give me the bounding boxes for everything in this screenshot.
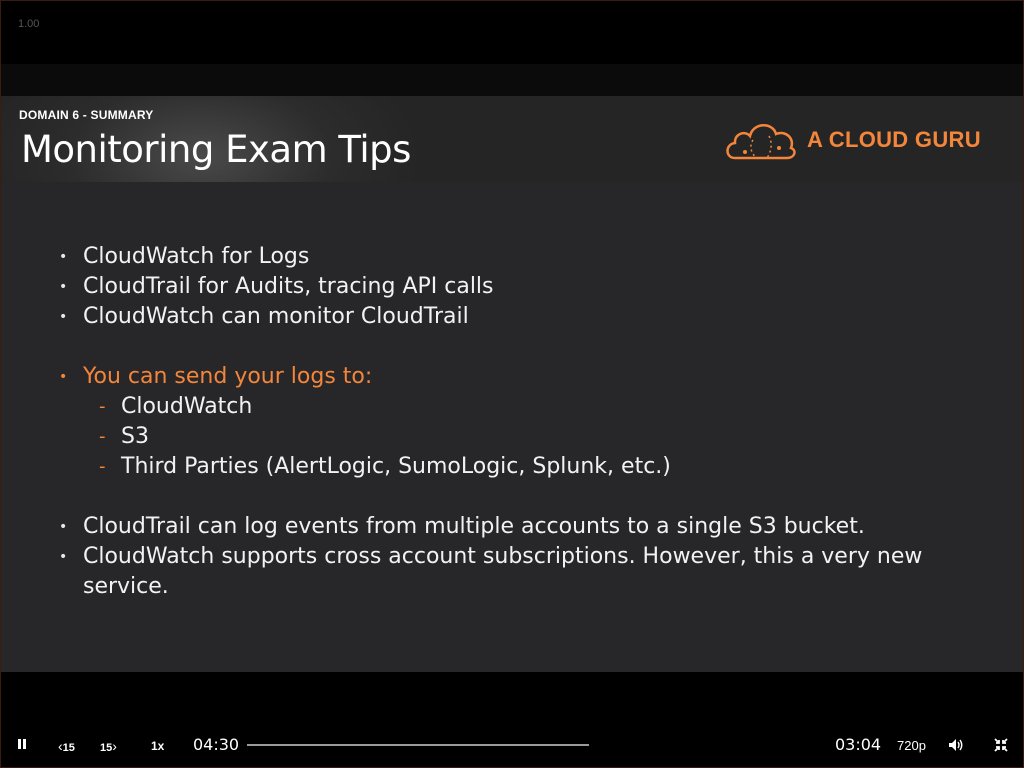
sub-list-item: - Third Parties (AlertLogic, SumoLogic, … (59, 452, 979, 482)
elapsed-time: 04:30 (193, 735, 240, 754)
cloud-logo-icon (726, 124, 796, 160)
skip-forward-button[interactable]: 15› (100, 738, 117, 754)
sub-list-item: - CloudWatch (59, 392, 979, 422)
bullet-dot-icon: • (59, 249, 68, 265)
pause-icon (18, 739, 26, 749)
player-controls: ‹15 15› 1x 04:30 03:04 720p (0, 720, 1024, 768)
volume-icon (949, 739, 963, 751)
bullet-dot-icon: • (59, 519, 68, 535)
dash-icon: - (99, 396, 106, 417)
exit-fullscreen-button[interactable] (994, 738, 1008, 755)
skip-forward-icon: › (112, 738, 117, 754)
video-slide[interactable]: DOMAIN 6 - SUMMARY Monitoring Exam Tips … (1, 96, 1023, 672)
seek-bar[interactable] (247, 744, 589, 746)
list-item: • CloudTrail can log events from multipl… (59, 512, 979, 542)
list-item: • CloudWatch can monitor CloudTrail (59, 302, 979, 332)
bullet-dot-icon: • (59, 279, 68, 295)
brand-name: A CLOUD GURU (807, 127, 981, 152)
list-item: • CloudWatch for Logs (59, 242, 979, 272)
speed-button[interactable]: 1x (151, 739, 164, 753)
version-label: 1.00 (18, 18, 40, 30)
bullet-list: • CloudWatch for Logs • CloudTrail for A… (59, 242, 979, 602)
list-item-highlight: • You can send your logs to: (59, 362, 979, 392)
brand-logo: A CLOUD GURU (723, 116, 981, 164)
letterbox-band (1, 64, 1023, 96)
exit-fullscreen-icon (994, 738, 1008, 752)
quality-button[interactable]: 720p (897, 738, 926, 753)
bullet-dot-icon: • (59, 549, 68, 565)
slide-header: DOMAIN 6 - SUMMARY Monitoring Exam Tips … (1, 96, 1023, 182)
list-item: • CloudWatch supports cross account subs… (59, 544, 923, 599)
sub-list-item: - S3 (59, 422, 979, 452)
bullet-dot-icon: • (59, 309, 68, 325)
bullet-dot-icon: • (59, 369, 68, 385)
list-item: • CloudTrail for Audits, tracing API cal… (59, 272, 979, 302)
remaining-time: 03:04 (835, 735, 882, 754)
slide-title: Monitoring Exam Tips (21, 128, 411, 171)
domain-label: DOMAIN 6 - SUMMARY (19, 108, 154, 122)
volume-button[interactable] (948, 738, 964, 755)
skip-back-button[interactable]: ‹15 (58, 738, 75, 754)
dash-icon: - (99, 426, 106, 447)
dash-icon: - (99, 456, 106, 477)
pause-button[interactable] (16, 738, 28, 753)
